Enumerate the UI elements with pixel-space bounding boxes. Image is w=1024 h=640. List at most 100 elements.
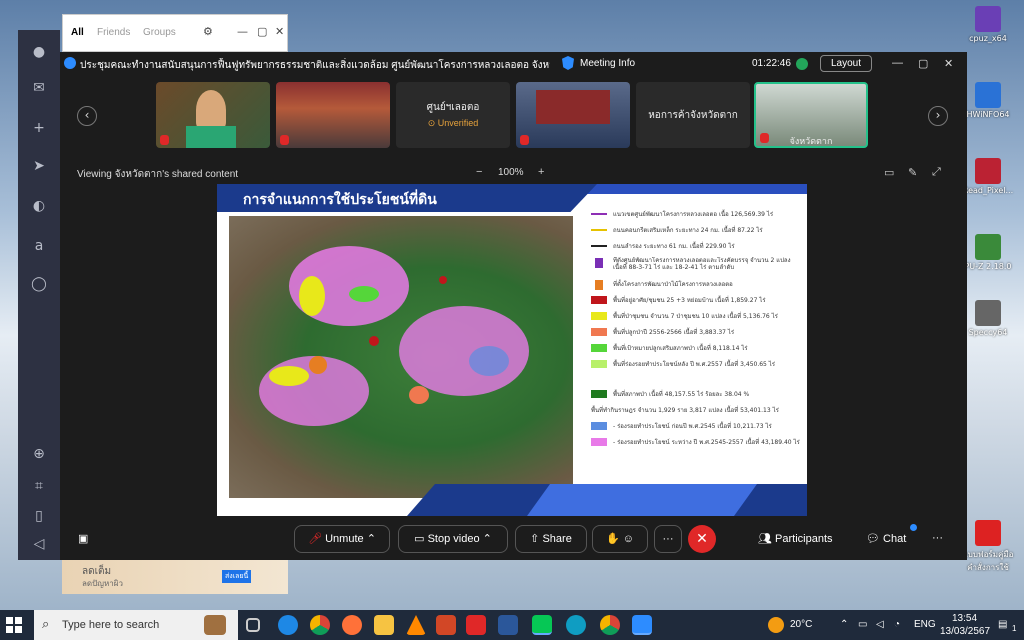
legend-item: - ร่องรอยทำประโยชน์ ระหว่าง ปี พ.ศ.2545-… xyxy=(591,434,801,450)
slide-title: การจำแนกการใช้ประโยชน์ที่ดิน xyxy=(243,192,437,208)
powerpoint-icon[interactable] xyxy=(436,615,456,635)
windows-taskbar: ⌕ Type here to search 20°C ⌃ ▭ ◁ ◔ ENG 1… xyxy=(0,610,1024,640)
chat-button[interactable]: 💬︎ Chat xyxy=(866,532,906,545)
unmute-button[interactable]: 🎤︎ Unmute ⌃ xyxy=(294,525,390,553)
participant-tile[interactable] xyxy=(156,82,270,148)
tab-groups[interactable]: Groups xyxy=(143,27,176,38)
participant-name: หอการค้าจังหวัดตาก xyxy=(648,110,738,121)
send-icon[interactable]: ➤ xyxy=(29,156,49,176)
bookmark-icon[interactable]: ▯ xyxy=(29,506,49,526)
add-icon[interactable]: ⊕ xyxy=(29,444,49,464)
edge-icon[interactable] xyxy=(566,615,586,635)
more-button[interactable]: ··· xyxy=(654,525,682,553)
desktop-icon-readpixel[interactable]: Read_Pixel... xyxy=(958,158,1018,195)
desktop-icon-pdf[interactable]: แบบฟอร์มคู่มือ คำสั่งการใช้ xyxy=(958,520,1018,574)
weather-temp[interactable]: 20°C xyxy=(790,619,812,630)
firefox-icon[interactable] xyxy=(342,615,362,635)
readpixel-icon xyxy=(975,158,1001,184)
viewing-bar: Viewing จังหวัดตาก's shared content − 10… xyxy=(60,164,967,182)
map-legend: แนวเขตศูนย์พัฒนาโครงการหลวงเลอตอ เนื้อ 1… xyxy=(591,206,801,450)
chrome-icon[interactable] xyxy=(600,615,620,635)
notification-icon[interactable]: ▤ xyxy=(998,619,1007,630)
next-participants-button[interactable]: › xyxy=(928,106,948,126)
hwinfo-icon xyxy=(975,82,1001,108)
chrome-icon[interactable] xyxy=(310,615,330,635)
leave-meeting-button[interactable]: ✕ xyxy=(688,525,716,553)
stop-video-button[interactable]: ▭ Stop video ⌃ xyxy=(398,525,508,553)
volume-icon[interactable]: ◁ xyxy=(876,619,884,630)
close-icon[interactable]: ✕ xyxy=(275,25,284,38)
slide-header: การจำแนกการใช้ประโยชน์ที่ดิน xyxy=(217,184,597,212)
edge-icon[interactable] xyxy=(278,615,298,635)
apps-icon[interactable]: a xyxy=(29,236,49,256)
zoom-app-icon[interactable] xyxy=(632,615,652,635)
minimize-icon[interactable]: — xyxy=(892,57,903,69)
close-icon[interactable]: ✕ xyxy=(944,57,953,70)
more-options-icon[interactable]: ··· xyxy=(932,532,943,544)
participants-button[interactable]: 👥︎ Participants xyxy=(758,532,833,545)
clock-date[interactable]: 13/03/2567 xyxy=(940,626,990,637)
add-user-icon[interactable]: + xyxy=(29,118,49,138)
ad-cta[interactable]: ส่งเลยนี้ xyxy=(222,570,252,583)
legend-line-swatch xyxy=(591,229,607,231)
maximize-icon[interactable]: ▢ xyxy=(257,25,267,38)
map-area-orange xyxy=(309,356,327,374)
zoom-in-button[interactable]: + xyxy=(538,166,544,178)
muted-mic-icon: 🎤︎ xyxy=(308,533,323,545)
muted-mic-icon xyxy=(160,135,169,145)
meeting-info-button[interactable]: Meeting Info xyxy=(580,58,635,69)
user-icon[interactable]: ● xyxy=(29,42,49,62)
prev-participants-button[interactable]: ‹ xyxy=(77,106,97,126)
minimize-icon[interactable]: — xyxy=(237,25,248,38)
task-view-icon[interactable] xyxy=(246,618,260,632)
participant-tile[interactable]: หอการค้าจังหวัดตาก xyxy=(636,82,750,148)
zoom-out-button[interactable]: − xyxy=(476,166,482,178)
participant-video xyxy=(536,90,610,124)
tab-friends[interactable]: Friends xyxy=(97,27,130,38)
annotate-icon[interactable]: ▭ xyxy=(884,166,894,179)
file-explorer-icon[interactable] xyxy=(374,615,394,635)
line-app-icon[interactable] xyxy=(532,615,552,635)
legend-color-swatch xyxy=(591,344,607,352)
tab-all[interactable]: All xyxy=(71,27,84,38)
participant-shirt xyxy=(186,126,236,148)
speaker-icon[interactable]: ◁ xyxy=(29,534,49,554)
share-button[interactable]: ⇧ Share xyxy=(515,525,587,553)
pdf-reader-icon[interactable] xyxy=(466,615,486,635)
maximize-icon[interactable]: ▢ xyxy=(918,57,928,70)
participant-tile[interactable]: ศูนย์ฯเลอตอ ⊙ Unverified xyxy=(396,82,510,148)
line-icon[interactable]: ◯ xyxy=(29,274,49,294)
ad-banner[interactable]: ลดเต็ม ลดปัญหาผิว ส่งเลยนี้ xyxy=(62,560,288,594)
settings-icon[interactable]: ⚙ xyxy=(203,25,213,38)
language-indicator[interactable]: ENG xyxy=(914,619,936,630)
desktop-icon-speccy[interactable]: Speccy64 xyxy=(958,300,1018,337)
chevron-up-icon[interactable]: ⌃ xyxy=(840,619,848,630)
pen-icon[interactable]: ✎ xyxy=(908,166,917,179)
pdf-icon xyxy=(975,520,1001,546)
moments-icon[interactable]: ◐ xyxy=(29,196,49,216)
slide-footer-stripe xyxy=(527,484,757,516)
wifi-icon[interactable]: ◔ xyxy=(894,619,900,630)
viewing-text: Viewing จังหวัดตาก's shared content xyxy=(77,169,239,180)
participant-tile[interactable] xyxy=(516,82,630,148)
legend-item: พื้นที่ปลูกป่าปี 2556-2566 เนื้อที่ 3,88… xyxy=(591,324,801,340)
raise-hand-group[interactable]: ✋ ☺ xyxy=(592,525,648,553)
crop-icon[interactable]: ⌗ xyxy=(29,476,49,496)
desktop-icon-gpuz[interactable]: PU-Z 2.18.0 xyxy=(958,234,1018,271)
fullscreen-icon[interactable]: ⤢ xyxy=(932,166,941,179)
taskbar-search-box[interactable]: ⌕ Type here to search xyxy=(34,610,238,640)
network-icon[interactable]: ▭ xyxy=(858,619,867,630)
desktop-icon-cpuz[interactable]: cpuz_x64 xyxy=(958,6,1018,43)
word-icon[interactable] xyxy=(498,615,518,635)
layout-button[interactable]: Layout xyxy=(820,55,872,72)
chat-app-sidebar: ● ✉ + ➤ ◐ a ◯ ⊕ ⌗ ▯ ◁ xyxy=(18,30,60,560)
captions-icon[interactable]: ▣ xyxy=(78,532,88,545)
map-area-red xyxy=(369,336,379,346)
participant-tile-active[interactable]: จังหวัดตาก xyxy=(754,82,868,148)
clock-time[interactable]: 13:54 xyxy=(952,613,977,624)
chat-icon[interactable]: ✉ xyxy=(29,78,49,98)
vlc-icon[interactable] xyxy=(406,615,426,635)
windows-start-button[interactable] xyxy=(6,617,22,633)
participant-tile[interactable] xyxy=(276,82,390,148)
desktop-icon-hwinfo[interactable]: HWiNFO64 xyxy=(958,82,1018,119)
